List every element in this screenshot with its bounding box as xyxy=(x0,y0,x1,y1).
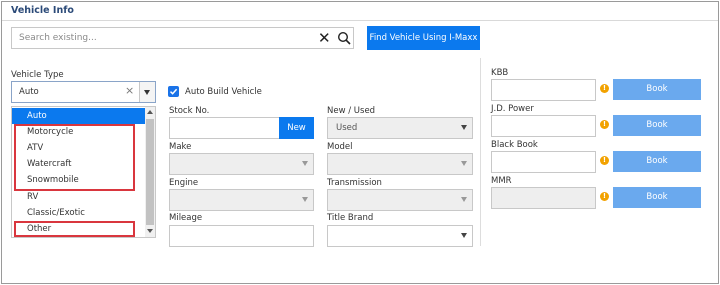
warning-icon: ! xyxy=(600,192,609,201)
engine-select[interactable] xyxy=(169,189,314,211)
chevron-down-icon xyxy=(461,161,467,166)
option-classic-exotic[interactable]: Classic/Exotic xyxy=(12,205,145,221)
option-rv[interactable]: RV xyxy=(12,189,145,205)
jd-power-input[interactable] xyxy=(491,115,596,137)
mmr-book-button[interactable]: Book xyxy=(613,187,701,208)
model-label: Model xyxy=(327,142,353,152)
panel-title: Vehicle Info xyxy=(11,5,74,16)
new-used-label: New / Used xyxy=(327,106,376,116)
make-select[interactable] xyxy=(169,153,314,175)
mmr-input[interactable] xyxy=(491,187,596,209)
section-divider xyxy=(480,58,481,246)
new-used-select[interactable]: Used xyxy=(327,117,473,139)
auto-build-checkbox[interactable] xyxy=(168,86,179,97)
transmission-label: Transmission xyxy=(327,178,382,188)
mileage-input[interactable] xyxy=(169,225,314,247)
scroll-thumb[interactable] xyxy=(146,119,154,225)
clear-selection-icon[interactable]: × xyxy=(125,84,134,97)
auto-build-label: Auto Build Vehicle xyxy=(185,87,262,97)
option-auto[interactable]: Auto xyxy=(12,108,145,124)
chevron-down-icon xyxy=(461,197,467,202)
search-icon[interactable] xyxy=(337,31,351,45)
highlight-box-new-types xyxy=(14,124,135,191)
dropdown-scrollbar[interactable] xyxy=(145,107,155,237)
warning-icon: ! xyxy=(600,156,609,165)
warning-icon: ! xyxy=(600,120,609,129)
chevron-down-icon xyxy=(461,233,467,238)
kbb-label: KBB xyxy=(491,68,509,78)
search-box: ✕ xyxy=(11,27,354,49)
stock-no-label: Stock No. xyxy=(169,106,210,116)
clear-icon[interactable]: ✕ xyxy=(318,29,331,47)
title-brand-label: Title Brand xyxy=(327,213,374,223)
jd-power-book-button[interactable]: Book xyxy=(613,115,701,136)
kbb-input[interactable] xyxy=(491,79,596,101)
kbb-book-button[interactable]: Book xyxy=(613,79,701,100)
transmission-select[interactable] xyxy=(327,189,473,211)
chevron-down-icon xyxy=(461,125,467,130)
new-used-value: Used xyxy=(336,123,358,133)
scroll-up-icon[interactable] xyxy=(147,110,153,114)
vehicle-type-value: Auto xyxy=(19,87,39,97)
scroll-down-icon[interactable] xyxy=(147,229,153,233)
panel-header: Vehicle Info xyxy=(2,2,718,21)
mmr-label: MMR xyxy=(491,176,512,186)
black-book-input[interactable] xyxy=(491,151,596,173)
find-vehicle-button[interactable]: Find Vehicle Using I-Maxx xyxy=(367,26,480,50)
chevron-down-icon xyxy=(144,90,150,95)
chevron-down-icon xyxy=(302,161,308,166)
chevron-down-icon xyxy=(302,197,308,202)
title-brand-select[interactable] xyxy=(327,225,473,247)
search-input[interactable] xyxy=(12,28,302,48)
black-book-label: Black Book xyxy=(491,140,538,150)
make-label: Make xyxy=(169,142,192,152)
stock-no-input[interactable] xyxy=(169,117,280,139)
engine-label: Engine xyxy=(169,178,199,188)
vehicle-type-label: Vehicle Type xyxy=(11,70,64,80)
black-book-book-button[interactable]: Book xyxy=(613,151,701,172)
model-select[interactable] xyxy=(327,153,473,175)
checkmark-icon xyxy=(169,88,178,95)
highlight-box-other xyxy=(14,221,135,237)
dropdown-toggle[interactable] xyxy=(139,82,155,102)
mileage-label: Mileage xyxy=(169,213,203,223)
warning-icon: ! xyxy=(600,84,609,93)
vehicle-type-select[interactable]: Auto × xyxy=(11,81,156,103)
jd-power-label: J.D. Power xyxy=(491,104,534,114)
new-stock-button[interactable]: New xyxy=(279,117,314,139)
